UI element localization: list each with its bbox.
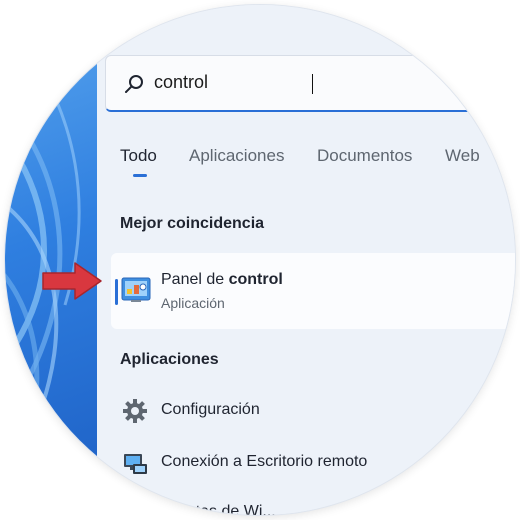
zoom-circle: Todo Aplicaciones Documentos Web Mejor c…	[5, 5, 515, 515]
control-panel-icon	[121, 277, 151, 302]
app-item-configuracion[interactable]: Configuración	[115, 396, 495, 426]
app-item-herramientas[interactable]: ...ientas de Wi...	[115, 498, 495, 515]
selection-indicator	[115, 279, 118, 305]
remote-desktop-icon	[124, 454, 147, 474]
best-match-title: Panel de control	[161, 271, 283, 288]
app-label: Configuración	[161, 401, 260, 418]
search-box[interactable]	[105, 55, 515, 112]
best-match-heading: Mejor coincidencia	[120, 215, 265, 232]
search-panel: Todo Aplicaciones Documentos Web Mejor c…	[97, 5, 515, 515]
app-label: ...ientas de Wi...	[161, 503, 276, 515]
tab-web[interactable]: Web	[445, 146, 480, 166]
tab-todo[interactable]: Todo	[120, 146, 157, 166]
active-tab-indicator	[133, 174, 147, 177]
search-input[interactable]	[154, 69, 454, 95]
text-caret	[312, 74, 313, 94]
app-label: Conexión a Escritorio remoto	[161, 453, 368, 470]
tools-icon	[125, 503, 145, 515]
tab-documentos[interactable]: Documentos	[317, 146, 412, 166]
best-match-result[interactable]: Panel de control Aplicación	[111, 253, 515, 329]
best-match-subtitle: Aplicación	[161, 295, 225, 311]
search-icon	[125, 75, 143, 93]
tab-aplicaciones[interactable]: Aplicaciones	[189, 146, 284, 166]
desktop-wallpaper	[5, 5, 97, 515]
gear-icon	[123, 399, 147, 423]
apps-heading: Aplicaciones	[120, 351, 219, 368]
pointer-arrow-icon	[42, 262, 102, 300]
app-item-escritorio-remoto[interactable]: Conexión a Escritorio remoto	[115, 448, 495, 478]
